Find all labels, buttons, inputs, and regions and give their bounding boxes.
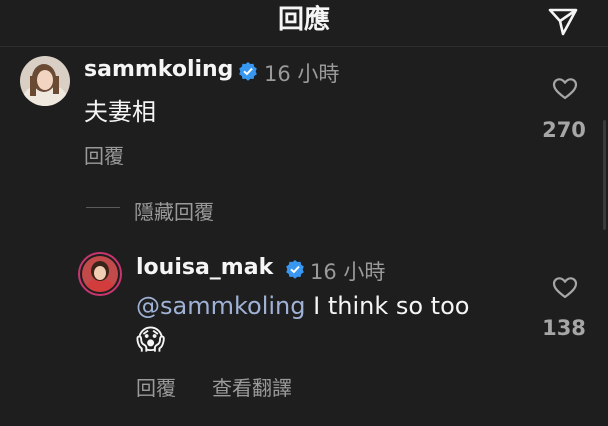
- hide-replies-line: [86, 207, 120, 208]
- header-divider: [0, 46, 608, 47]
- reply-button[interactable]: 回覆: [84, 140, 124, 169]
- verified-badge-icon: [239, 62, 257, 81]
- reply-button[interactable]: 回覆: [136, 372, 176, 401]
- comment-username[interactable]: sammkoling: [84, 57, 233, 82]
- screaming-face-emoji: 😱: [136, 323, 166, 356]
- send-icon[interactable]: [546, 4, 580, 38]
- avatar[interactable]: [78, 252, 122, 296]
- verified-badge-icon: [286, 260, 304, 279]
- avatar[interactable]: [20, 56, 70, 106]
- like-count: 138: [542, 316, 586, 340]
- comments-screen: 回應 sammkoling 16 小時 夫妻相 回覆 270 隱藏回覆 loui…: [0, 0, 608, 426]
- see-translation-button[interactable]: 查看翻譯: [212, 372, 292, 401]
- mention-link[interactable]: @sammkoling: [136, 292, 305, 320]
- heart-icon[interactable]: [552, 276, 578, 300]
- reply-text: @sammkoling I think so too: [136, 292, 469, 320]
- hide-replies-button[interactable]: 隱藏回覆: [134, 196, 214, 225]
- comment-timestamp: 16 小時: [264, 62, 340, 86]
- reply-timestamp: 16 小時: [310, 260, 386, 284]
- reply-username[interactable]: louisa_mak: [136, 255, 273, 280]
- scroll-indicator: [603, 120, 606, 230]
- heart-icon[interactable]: [552, 77, 578, 101]
- comment-text: 夫妻相: [84, 98, 156, 126]
- like-count: 270: [542, 118, 586, 142]
- reply-text-body: I think so too: [305, 292, 470, 320]
- page-title: 回應: [277, 5, 330, 35]
